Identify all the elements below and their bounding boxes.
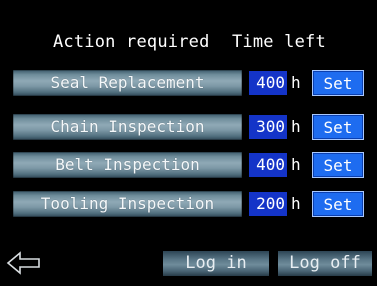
maintenance-screen: Action required Time left Seal Replaceme… xyxy=(0,0,377,286)
set-button-belt[interactable]: Set xyxy=(312,152,364,178)
task-row-seal: Seal Replacement 400 h Set xyxy=(0,70,377,96)
task-row-tooling: Tooling Inspection 200 h Set xyxy=(0,191,377,217)
hours-value-chain[interactable]: 300 xyxy=(249,115,287,139)
task-belt-inspection-button[interactable]: Belt Inspection xyxy=(13,152,242,178)
task-chain-inspection-button[interactable]: Chain Inspection xyxy=(13,114,242,140)
hours-unit: h xyxy=(291,194,301,213)
log-in-button[interactable]: Log in xyxy=(163,251,269,276)
action-required-heading: Action required xyxy=(53,32,210,52)
time-left-heading: Time left xyxy=(232,32,326,52)
table-header: Action required Time left xyxy=(0,30,377,58)
hours-unit: h xyxy=(291,73,301,92)
hours-value-seal[interactable]: 400 xyxy=(249,71,287,95)
set-button-chain[interactable]: Set xyxy=(312,114,364,140)
back-arrow-icon[interactable] xyxy=(6,250,42,276)
hours-value-belt[interactable]: 400 xyxy=(249,153,287,177)
set-button-seal[interactable]: Set xyxy=(312,70,364,96)
hours-unit: h xyxy=(291,155,301,174)
set-button-tooling[interactable]: Set xyxy=(312,191,364,217)
task-row-belt: Belt Inspection 400 h Set xyxy=(0,152,377,178)
task-tooling-inspection-button[interactable]: Tooling Inspection xyxy=(13,191,242,217)
task-row-chain: Chain Inspection 300 h Set xyxy=(0,114,377,140)
log-off-button[interactable]: Log off xyxy=(278,251,372,276)
task-seal-replacement-button[interactable]: Seal Replacement xyxy=(13,70,242,96)
hours-value-tooling[interactable]: 200 xyxy=(249,192,287,216)
hours-unit: h xyxy=(291,117,301,136)
